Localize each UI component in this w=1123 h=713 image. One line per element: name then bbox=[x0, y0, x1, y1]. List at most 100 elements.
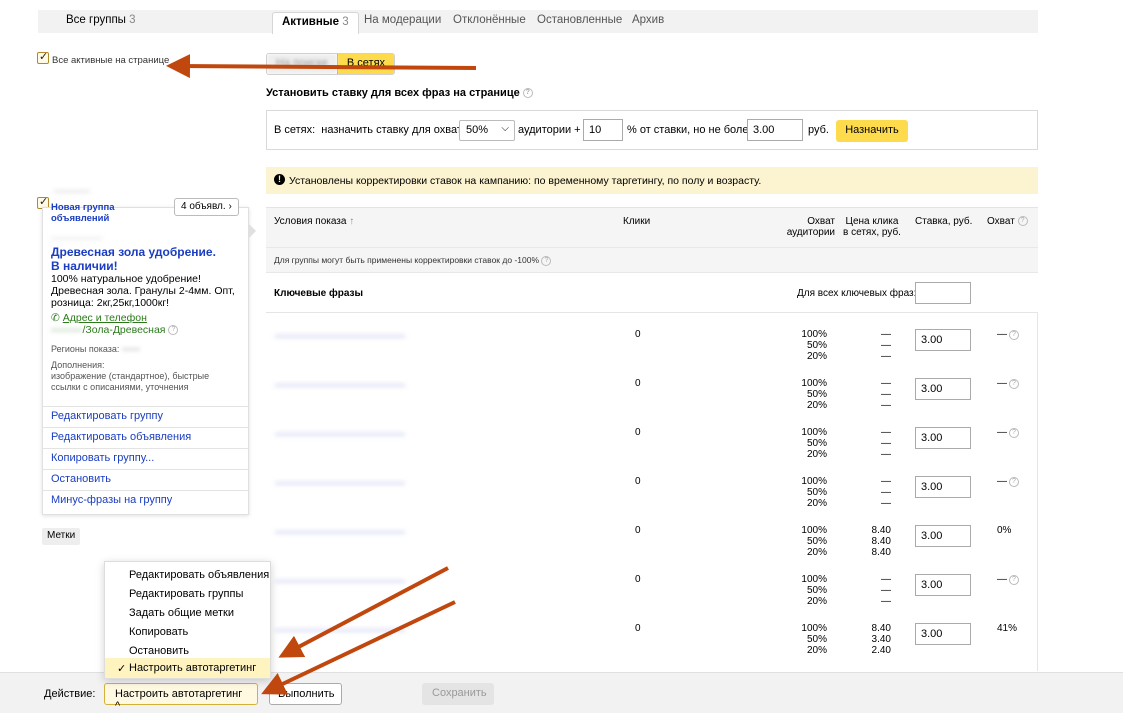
action-select[interactable]: Настроить автотаргетинг ^ bbox=[104, 683, 258, 712]
row-clicks: 0 bbox=[635, 329, 641, 340]
regions-label: Регионы показа: ------ bbox=[51, 344, 140, 354]
tab-all-groups[interactable]: Все группы 3 bbox=[66, 14, 136, 26]
row-cpc-value: 8.40 bbox=[871, 536, 891, 547]
bid-prefix: В сетях: назначить ставку для охвата bbox=[274, 124, 468, 136]
tab-moderation[interactable]: На модерации bbox=[364, 14, 441, 26]
row-bid-input[interactable]: 3.00 bbox=[915, 574, 971, 596]
checkmark-icon: ✓ bbox=[117, 663, 127, 675]
copy-group-link[interactable]: Копировать группу... bbox=[42, 448, 249, 469]
select-all-checkbox[interactable] bbox=[37, 50, 49, 64]
save-button[interactable]: Сохранить bbox=[422, 683, 494, 705]
row-reach: — bbox=[997, 476, 1007, 487]
group-actions: Редактировать группу Редактировать объяв… bbox=[42, 406, 249, 514]
tab-stopped[interactable]: Остановленные bbox=[537, 14, 622, 26]
row-coverage-value: 20% bbox=[806, 498, 827, 509]
row-cpc-value: 8.40 bbox=[871, 547, 891, 558]
col-reach: Охват ? bbox=[987, 216, 1028, 227]
select-all-label: Все активные на странице bbox=[52, 55, 170, 66]
ads-count-button[interactable]: 4 объявл. › bbox=[174, 198, 239, 216]
sort-up-icon: ↑ bbox=[349, 216, 355, 227]
help-icon[interactable]: ? bbox=[1009, 477, 1019, 487]
row-bid-input[interactable]: 3.00 bbox=[915, 378, 971, 400]
help-icon[interactable]: ? bbox=[1017, 216, 1028, 227]
max-bid-input[interactable]: 3.00 bbox=[747, 119, 803, 141]
row-reach: — bbox=[997, 427, 1007, 438]
chevron-right-icon: › bbox=[228, 201, 232, 212]
keyword-phrase-blurred: ————————————— bbox=[275, 380, 405, 391]
row-cpc-value: 8.40 bbox=[871, 525, 891, 536]
help-icon[interactable]: ? bbox=[1009, 379, 1019, 389]
address-link[interactable]: ✆ Адрес и телефон bbox=[51, 312, 147, 324]
row-cpc-value: — bbox=[881, 427, 891, 438]
col-cpc: Цена клика в сетях, руб. bbox=[843, 216, 901, 238]
row-bid-input[interactable]: 3.00 bbox=[915, 329, 971, 351]
toggle-networks[interactable]: В сетях bbox=[336, 54, 395, 74]
group-title[interactable]: Новая группа объявлений bbox=[51, 202, 115, 224]
dropdown-item-edit-ads[interactable]: Редактировать объявления bbox=[129, 569, 269, 581]
tab-archive[interactable]: Архив bbox=[632, 14, 664, 26]
row-coverage-value: 100% bbox=[801, 476, 827, 487]
chevron-up-icon: ^ bbox=[115, 700, 121, 712]
row-bid-input[interactable]: 3.00 bbox=[915, 476, 971, 498]
tab-rejected[interactable]: Отклонённые bbox=[453, 14, 526, 26]
row-cpc-value: — bbox=[881, 585, 891, 596]
row-clicks: 0 bbox=[635, 574, 641, 585]
col-conditions[interactable]: Условия показа ↑ bbox=[274, 216, 354, 227]
row-coverage-value: 50% bbox=[806, 438, 827, 449]
row-cpc-value: — bbox=[881, 449, 891, 460]
dropdown-item-set-labels[interactable]: Задать общие метки bbox=[129, 607, 234, 619]
dropdown-item-stop[interactable]: Остановить bbox=[129, 645, 189, 657]
stop-link[interactable]: Остановить bbox=[42, 469, 249, 490]
dropdown-item-edit-groups[interactable]: Редактировать группы bbox=[129, 588, 243, 600]
divider bbox=[266, 312, 1038, 313]
ad-title[interactable]: Древесная зола удобрение. В наличии! bbox=[51, 245, 216, 273]
col-coverage: Охват аудитории bbox=[786, 216, 835, 238]
group-name-blurred: ------------ bbox=[54, 186, 90, 196]
labels-button[interactable]: Метки bbox=[42, 528, 81, 545]
bid-panel-title: Установить ставку для всех фраз на стран… bbox=[266, 87, 533, 99]
network-toggle: На поиске В сетях bbox=[266, 53, 396, 75]
plus-percent-input[interactable]: 10 bbox=[583, 119, 623, 141]
row-coverage-value: 50% bbox=[806, 634, 827, 645]
toggle-search[interactable]: На поиске bbox=[267, 54, 337, 74]
all-keywords-bid-input[interactable] bbox=[915, 282, 971, 304]
row-bid-input[interactable]: 3.00 bbox=[915, 623, 971, 645]
keywords-header: Ключевые фразы bbox=[274, 288, 364, 299]
col-bid: Ставка, руб. bbox=[915, 216, 973, 227]
help-icon[interactable]: ? bbox=[1009, 575, 1019, 585]
assign-button[interactable]: Назначить bbox=[836, 120, 908, 142]
row-coverage-value: 20% bbox=[806, 351, 827, 362]
row-coverage-value: 50% bbox=[806, 536, 827, 547]
run-button[interactable]: Выполнить bbox=[269, 683, 342, 705]
row-bid-input[interactable]: 3.00 bbox=[915, 525, 971, 547]
row-reach: — bbox=[997, 329, 1007, 340]
row-coverage-value: 50% bbox=[806, 340, 827, 351]
help-icon[interactable]: ? bbox=[168, 325, 179, 336]
keyword-phrase-blurred: ————————————— bbox=[275, 429, 405, 440]
row-cpc-value: — bbox=[881, 389, 891, 400]
edit-group-link[interactable]: Редактировать группу bbox=[42, 406, 249, 427]
row-clicks: 0 bbox=[635, 476, 641, 487]
chevron-down-icon: ⌵ bbox=[501, 123, 509, 134]
coverage-select[interactable]: 50% ⌵ bbox=[459, 120, 515, 141]
row-clicks: 0 bbox=[635, 623, 641, 634]
row-coverage-value: 100% bbox=[801, 574, 827, 585]
row-cpc-value: — bbox=[881, 351, 891, 362]
help-icon[interactable]: ? bbox=[1009, 330, 1019, 340]
display-url: ---------/Зола-Древесная ? bbox=[51, 324, 179, 336]
help-icon[interactable]: ? bbox=[522, 88, 533, 99]
tab-active[interactable]: Активные 3 bbox=[272, 12, 359, 34]
help-icon[interactable]: ? bbox=[541, 255, 552, 266]
edit-ads-link[interactable]: Редактировать объявления bbox=[42, 427, 249, 448]
minus-phrases-link[interactable]: Минус-фразы на группу bbox=[42, 490, 249, 511]
help-icon[interactable]: ? bbox=[1009, 428, 1019, 438]
row-coverage-value: 100% bbox=[801, 427, 827, 438]
row-clicks: 0 bbox=[635, 378, 641, 389]
row-cpc-value: — bbox=[881, 378, 891, 389]
card-pointer bbox=[249, 224, 256, 238]
row-cpc-value: — bbox=[881, 340, 891, 351]
dropdown-item-autotargeting[interactable]: Настроить автотаргетинг bbox=[129, 662, 256, 674]
row-coverage-value: 20% bbox=[806, 645, 827, 656]
row-bid-input[interactable]: 3.00 bbox=[915, 427, 971, 449]
dropdown-item-copy[interactable]: Копировать bbox=[129, 626, 188, 638]
